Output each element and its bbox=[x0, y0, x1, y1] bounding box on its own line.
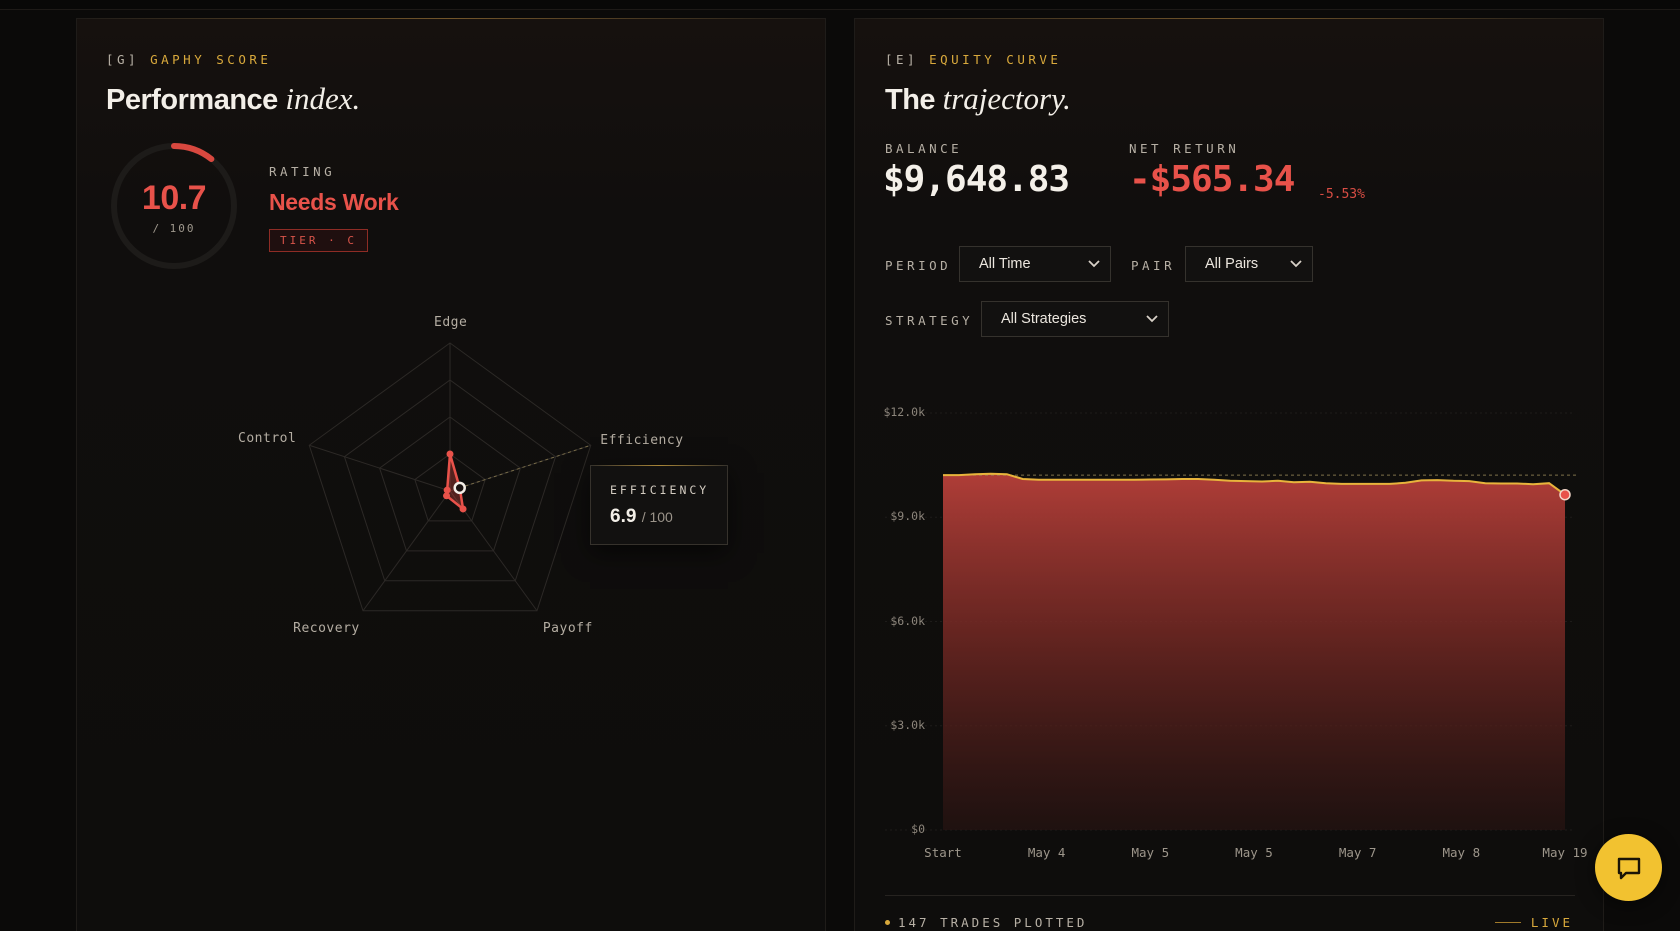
radar-point-edge bbox=[446, 450, 454, 458]
radar-point-payoff bbox=[459, 505, 467, 513]
radar-label-recovery: Recovery bbox=[293, 620, 360, 636]
radar-point-control bbox=[443, 486, 451, 494]
live-label: LIVE bbox=[1530, 915, 1573, 930]
footer-divider bbox=[885, 895, 1575, 896]
radar-axis-line bbox=[309, 444, 451, 492]
trades-plotted: 147 TRADES PLOTTED bbox=[885, 915, 1087, 930]
performance-panel: [G] GAPHY SCORE Performance index. 10.7 … bbox=[76, 18, 826, 931]
tooltip-value: 6.9 / 100 bbox=[610, 506, 673, 528]
y-tick-label: $12.0k bbox=[883, 405, 925, 419]
x-tick-label: May 5 bbox=[1131, 845, 1170, 860]
top-bar bbox=[0, 0, 1680, 10]
chat-button[interactable] bbox=[1595, 834, 1662, 901]
x-tick-label: Start bbox=[924, 845, 962, 860]
radar-label-control: Control bbox=[238, 431, 297, 447]
equity-panel: [E] EQUITY CURVE The trajectory. BALANCE… bbox=[854, 18, 1604, 931]
equity-area bbox=[943, 473, 1565, 830]
x-tick-label: May 5 bbox=[1235, 845, 1273, 860]
trades-plotted-text: 147 TRADES PLOTTED bbox=[898, 915, 1088, 930]
x-tick-label: May 4 bbox=[1027, 845, 1066, 860]
tooltip-label: EFFICIENCY bbox=[610, 483, 710, 497]
x-tick-label: May 7 bbox=[1338, 845, 1377, 860]
live-indicator: LIVE bbox=[1494, 915, 1573, 930]
x-tick-label: May 8 bbox=[1442, 845, 1481, 860]
radar-label-edge: Edge bbox=[434, 315, 468, 330]
radar-point-recovery bbox=[443, 492, 451, 500]
chat-bubble-icon bbox=[1617, 857, 1641, 880]
y-tick-label: $6.0k bbox=[890, 613, 925, 628]
y-tick-label: $9.0k bbox=[890, 509, 925, 524]
radar-point-efficiency bbox=[453, 481, 466, 495]
tooltip-max: / 100 bbox=[641, 509, 673, 525]
y-tick-label: $0 bbox=[911, 822, 925, 836]
radar-label-efficiency: Efficiency bbox=[600, 433, 684, 449]
equity-chart bbox=[885, 412, 1577, 831]
radar-tooltip: EFFICIENCY 6.9 / 100 bbox=[590, 465, 728, 545]
radar-label-payoff: Payoff bbox=[542, 620, 593, 636]
last-point-marker bbox=[1559, 488, 1571, 501]
live-dash bbox=[1494, 922, 1521, 923]
status-dot bbox=[885, 920, 890, 925]
x-tick-label: May 19 bbox=[1542, 845, 1588, 860]
tooltip-number: 6.9 bbox=[610, 506, 637, 527]
y-tick-label: $3.0k bbox=[890, 717, 925, 732]
